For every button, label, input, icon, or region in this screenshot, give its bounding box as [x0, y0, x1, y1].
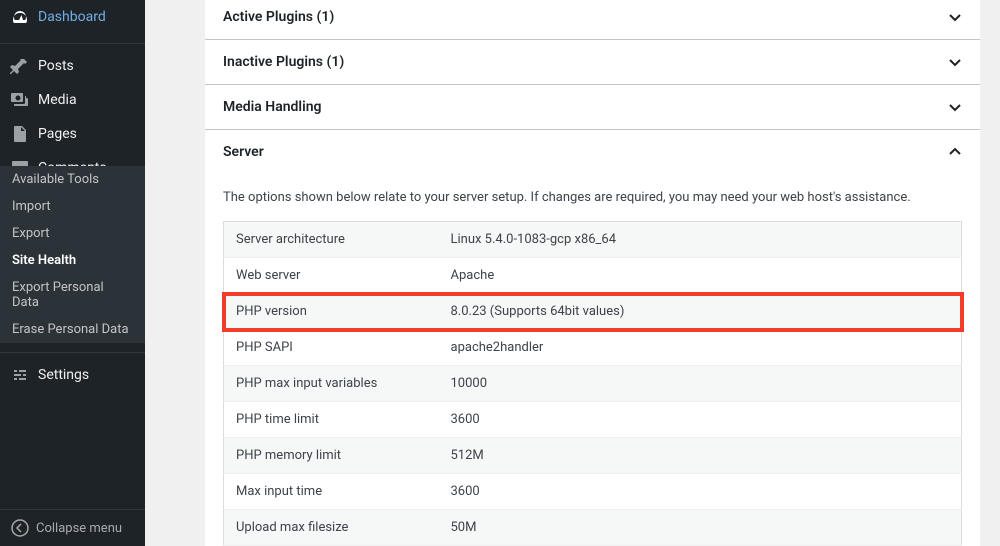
accordion-label: Inactive Plugins (1)	[223, 54, 344, 70]
sidebar-item-comments[interactable]: Comments	[0, 151, 145, 166]
row-value: 512M	[439, 438, 962, 474]
accordion-media-handling[interactable]: Media Handling	[205, 85, 980, 130]
table-row: Upload max filesize50M	[224, 510, 962, 546]
menu-separator	[0, 39, 145, 44]
table-row: PHP max input variables10000	[224, 366, 962, 402]
server-description: The options shown below relate to your s…	[223, 174, 962, 221]
sidebar-item-pages[interactable]: Pages	[0, 117, 145, 151]
submenu-export[interactable]: Export	[0, 220, 145, 247]
table-row: Max input time3600	[224, 474, 962, 510]
chevron-down-icon	[948, 10, 962, 24]
dashboard-icon	[10, 7, 30, 27]
accordion-server[interactable]: Server	[205, 130, 980, 174]
row-label: Web server	[224, 258, 439, 294]
server-info-table: Server architectureLinux 5.4.0-1083-gcp …	[223, 221, 962, 546]
submenu-erase-personal-data[interactable]: Erase Personal Data	[0, 316, 145, 343]
accordion-active-plugins[interactable]: Active Plugins (1)	[205, 0, 980, 40]
accordion-label: Server	[223, 144, 264, 160]
row-value: 3600	[439, 474, 962, 510]
sidebar-label: Pages	[38, 126, 77, 142]
pin-icon	[10, 56, 30, 76]
table-row: PHP version8.0.23 (Supports 64bit values…	[224, 294, 962, 330]
tools-submenu: Available Tools Import Export Site Healt…	[0, 166, 145, 343]
row-label: PHP SAPI	[224, 330, 439, 366]
sidebar-label: Posts	[38, 58, 74, 74]
submenu-import[interactable]: Import	[0, 193, 145, 220]
row-label: PHP memory limit	[224, 438, 439, 474]
settings-icon	[10, 365, 30, 385]
table-row: Server architectureLinux 5.4.0-1083-gcp …	[224, 222, 962, 258]
sidebar-item-media[interactable]: Media	[0, 83, 145, 117]
row-value: Apache	[439, 258, 962, 294]
chevron-up-icon	[948, 145, 962, 159]
main-content: Active Plugins (1) Inactive Plugins (1) …	[145, 0, 1000, 546]
sidebar-item-settings[interactable]: Settings	[0, 358, 145, 392]
sidebar-item-posts[interactable]: Posts	[0, 49, 145, 83]
admin-sidebar: Dashboard Posts Media Pages Comments App…	[0, 0, 145, 546]
table-row: Web serverApache	[224, 258, 962, 294]
collapse-icon	[10, 518, 30, 538]
submenu-export-personal-data[interactable]: Export Personal Data	[0, 274, 145, 316]
media-icon	[10, 90, 30, 110]
sidebar-label: Dashboard	[38, 9, 106, 25]
collapse-menu-button[interactable]: Collapse menu	[0, 509, 145, 546]
accordion-inactive-plugins[interactable]: Inactive Plugins (1)	[205, 40, 980, 85]
table-row: PHP memory limit512M	[224, 438, 962, 474]
row-value: 3600	[439, 402, 962, 438]
table-row: PHP time limit3600	[224, 402, 962, 438]
accordion-label: Active Plugins (1)	[223, 9, 334, 25]
row-value: 10000	[439, 366, 962, 402]
server-panel-body: The options shown below relate to your s…	[205, 174, 980, 546]
row-label: Max input time	[224, 474, 439, 510]
comments-icon	[10, 158, 30, 166]
chevron-down-icon	[948, 100, 962, 114]
sidebar-label: Settings	[38, 367, 89, 383]
chevron-down-icon	[948, 55, 962, 69]
pages-icon	[10, 124, 30, 144]
row-label: Upload max filesize	[224, 510, 439, 546]
table-row: PHP SAPIapache2handler	[224, 330, 962, 366]
row-value: 50M	[439, 510, 962, 546]
row-value: 8.0.23 (Supports 64bit values)	[439, 294, 962, 330]
menu-separator	[0, 348, 145, 353]
sidebar-label: Media	[38, 92, 77, 108]
row-value: apache2handler	[439, 330, 962, 366]
row-label: PHP version	[224, 294, 439, 330]
row-label: PHP max input variables	[224, 366, 439, 402]
row-label: PHP time limit	[224, 402, 439, 438]
submenu-site-health[interactable]: Site Health	[0, 247, 145, 274]
sidebar-item-dashboard[interactable]: Dashboard	[0, 0, 145, 34]
submenu-available-tools[interactable]: Available Tools	[0, 166, 145, 193]
row-label: Server architecture	[224, 222, 439, 258]
accordion-label: Media Handling	[223, 99, 322, 115]
row-value: Linux 5.4.0-1083-gcp x86_64	[439, 222, 962, 258]
